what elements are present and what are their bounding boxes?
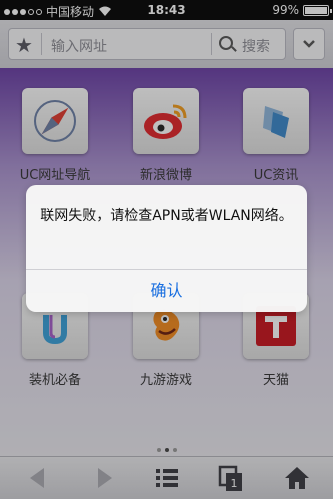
network-error-alert: 联网失败，请检查APN或者WLAN网络。 确认 [26,185,307,312]
alert-message: 联网失败，请检查APN或者WLAN网络。 [40,208,293,224]
confirm-button[interactable]: 确认 [26,270,307,312]
